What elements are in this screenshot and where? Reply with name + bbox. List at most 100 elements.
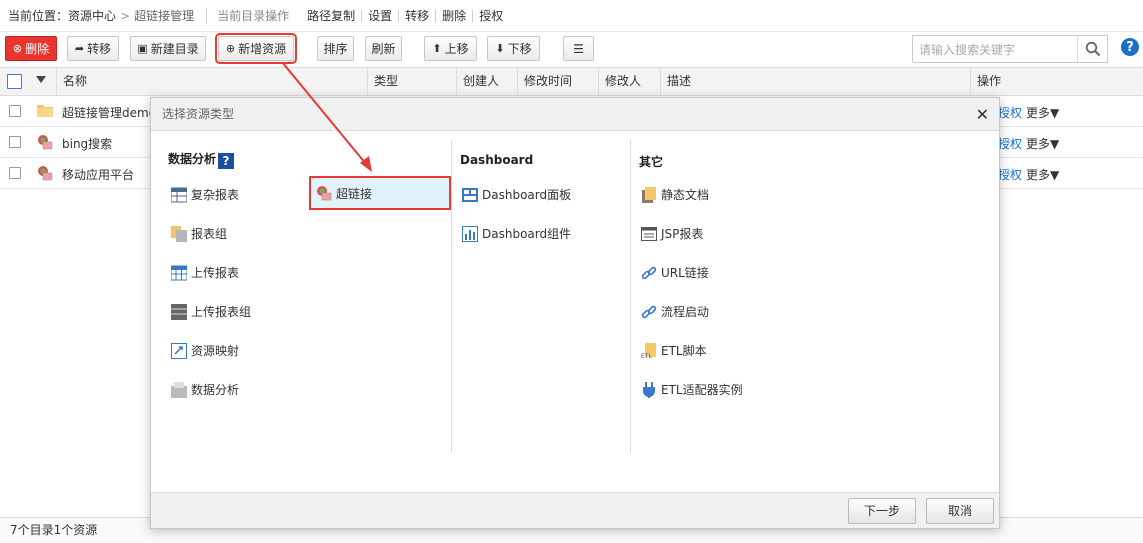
complex-report-icon <box>170 187 188 203</box>
col-modifier[interactable]: 修改人 <box>598 68 660 95</box>
folder-icon <box>37 103 53 120</box>
row-name[interactable]: 超链接管理demo <box>62 104 156 121</box>
item-upload-report[interactable]: 上传报表 <box>170 264 239 281</box>
move-button[interactable]: ➦ 转移 <box>67 36 119 61</box>
section-divider <box>451 140 452 453</box>
toolbar: ⊗ 删除 ➦ 转移 ▣ 新建目录 ⊕ 新增资源 排序 刷新 ⬆ 上移 ⬇ 下移 … <box>0 32 1143 66</box>
more-dropdown[interactable]: 更多▼ <box>1026 137 1059 151</box>
plug-icon <box>641 381 657 398</box>
move-up-button[interactable]: ⬆ 上移 <box>424 36 477 61</box>
hyperlink-icon <box>37 165 53 184</box>
upload-report-icon <box>170 265 188 281</box>
row-name[interactable]: bing搜索 <box>62 135 112 152</box>
op-move[interactable]: 转移 <box>399 9 437 22</box>
item-jsp-report[interactable]: JSP报表 <box>641 225 703 242</box>
new-dir-label: 新建目录 <box>150 42 199 56</box>
data-analysis-icon <box>171 381 187 398</box>
close-icon[interactable]: ✕ <box>976 105 989 124</box>
menu-icon: ☰ <box>573 41 584 56</box>
row-checkbox[interactable] <box>9 105 21 117</box>
item-data-analysis[interactable]: 数据分析 <box>171 381 239 398</box>
refresh-label: 刷新 <box>371 42 396 56</box>
chevron-down-icon[interactable] <box>36 76 46 83</box>
etl-script-icon: ETL <box>641 342 657 360</box>
item-etl-script[interactable]: ETL ETL脚本 <box>641 342 707 360</box>
link-chain-icon <box>641 265 657 281</box>
op-copy-path[interactable]: 路径复制 <box>301 9 363 22</box>
dialog-title: 选择资源类型 <box>151 98 999 131</box>
breadcrumb-current: 超链接管理 <box>134 9 195 23</box>
breadcrumb-separator: > <box>120 8 131 23</box>
dialog-footer: 下一步 取消 <box>151 492 999 528</box>
delete-label: 删除 <box>25 42 50 56</box>
select-all-checkbox[interactable] <box>7 74 22 89</box>
item-dashboard-panel[interactable]: Dashboard面板 <box>462 186 571 203</box>
more-dropdown[interactable]: 更多▼ <box>1026 106 1059 120</box>
move-down-button[interactable]: ⬇ 下移 <box>487 36 540 61</box>
item-url-link[interactable]: URL链接 <box>641 264 709 281</box>
delete-button[interactable]: ⊗ 删除 <box>5 36 57 61</box>
breadcrumb-label: 当前位置： <box>8 9 69 23</box>
authorize-link[interactable]: 授权 <box>998 137 1022 151</box>
section-other-title: 其它 <box>639 155 664 169</box>
col-creator[interactable]: 创建人 <box>456 68 518 95</box>
move-down-label: 下移 <box>507 42 532 56</box>
help-question-icon[interactable]: ? <box>218 153 235 169</box>
divider <box>206 7 208 24</box>
static-doc-icon <box>641 186 657 203</box>
new-folder-icon: ▣ <box>137 42 148 55</box>
help-icon[interactable]: ? <box>1121 38 1139 56</box>
resource-type-dialog: 选择资源类型 ✕ 数据分析? 复杂报表 报表组 上传报表 上传报表组 资源映射 … <box>150 97 1000 529</box>
search-input[interactable]: 请输入搜索关键字 <box>913 41 1077 58</box>
menu-button[interactable]: ☰ <box>563 36 594 61</box>
hyperlink-icon <box>316 185 332 201</box>
row-checkbox[interactable] <box>9 167 21 179</box>
search-icon <box>1085 41 1100 57</box>
cancel-button[interactable]: 取消 <box>926 498 994 524</box>
col-name[interactable]: 名称 <box>56 68 368 95</box>
report-group-icon <box>171 225 187 242</box>
next-button[interactable]: 下一步 <box>848 498 916 524</box>
new-resource-button[interactable]: ⊕ 新增资源 <box>215 33 297 64</box>
refresh-button[interactable]: 刷新 <box>365 36 402 61</box>
item-etl-adapter[interactable]: ETL适配器实例 <box>641 381 743 398</box>
breadcrumb-root[interactable]: 资源中心 <box>68 7 116 24</box>
item-process-start[interactable]: 流程启动 <box>641 303 709 320</box>
authorize-link[interactable]: 授权 <box>998 106 1022 120</box>
dashboard-component-icon <box>462 225 478 242</box>
new-resource-label: 新增资源 <box>238 42 287 56</box>
item-static-doc[interactable]: 静态文档 <box>641 186 709 203</box>
item-resource-mapping[interactable]: 资源映射 <box>171 342 239 359</box>
op-settings[interactable]: 设置 <box>362 9 400 22</box>
section-data-analysis-title: 数据分析? <box>168 150 235 169</box>
item-report-group[interactable]: 报表组 <box>171 225 227 242</box>
col-description[interactable]: 描述 <box>660 68 970 95</box>
sort-button[interactable]: 排序 <box>317 36 354 61</box>
col-type[interactable]: 类型 <box>367 68 457 95</box>
search-button[interactable] <box>1077 36 1107 62</box>
hyperlink-icon <box>37 134 53 153</box>
move-label: 转移 <box>87 42 112 56</box>
arrow-down-icon: ⬇ <box>495 42 505 55</box>
new-dir-button[interactable]: ▣ 新建目录 <box>130 36 206 61</box>
item-upload-report-group[interactable]: 上传报表组 <box>171 303 251 320</box>
col-actions: 操作 <box>970 68 1143 95</box>
row-checkbox[interactable] <box>9 136 21 148</box>
table-header: 名称 类型 创建人 修改时间 修改人 描述 操作 <box>0 67 1143 96</box>
item-hyperlink[interactable]: 超链接 <box>309 176 451 210</box>
authorize-link[interactable]: 授权 <box>998 168 1022 182</box>
search-box: 请输入搜索关键字 <box>912 35 1108 63</box>
row-name[interactable]: 移动应用平台 <box>62 166 134 183</box>
section-divider <box>630 140 631 453</box>
item-complex-report[interactable]: 复杂报表 <box>170 186 239 203</box>
op-delete[interactable]: 删除 <box>436 9 474 22</box>
item-dashboard-component[interactable]: Dashboard组件 <box>462 225 571 242</box>
plus-circle-icon: ⊕ <box>225 42 236 55</box>
op-authorize[interactable]: 授权 <box>473 10 509 22</box>
col-modified-time[interactable]: 修改时间 <box>517 68 599 95</box>
dir-ops-title: 当前目录操作 <box>217 9 290 23</box>
resource-mapping-icon <box>171 342 187 359</box>
more-dropdown[interactable]: 更多▼ <box>1026 168 1059 182</box>
link-chain-icon <box>641 304 657 320</box>
jsp-report-icon <box>641 226 657 242</box>
